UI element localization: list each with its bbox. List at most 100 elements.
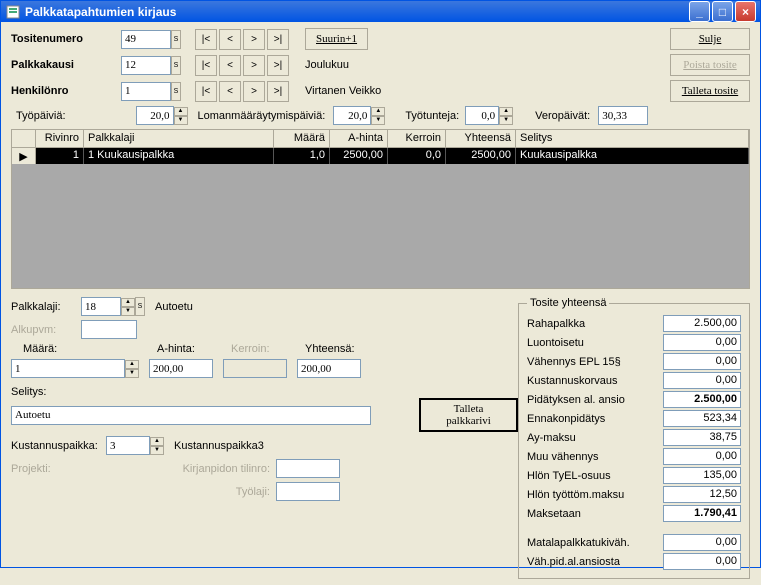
costcenter-name: Kustannuspaikka3 <box>174 440 264 452</box>
totals-row: Rahapalkka2.500,00 <box>527 315 741 332</box>
totals-label: Maksetaan <box>527 508 581 520</box>
save-row-button[interactable]: Talleta palkkarivi <box>419 398 518 432</box>
period-input[interactable] <box>121 56 171 75</box>
voucher-input[interactable] <box>121 30 171 49</box>
unitprice-label: A-hinta: <box>157 343 221 355</box>
job-label: Työlaji: <box>230 486 270 498</box>
col-rowno[interactable]: Rivinro <box>36 130 84 147</box>
startdate-input[interactable] <box>81 320 137 339</box>
delete-voucher-button[interactable]: Poista tosite <box>670 54 750 76</box>
totals-label: Hlön työttöm.maksu <box>527 489 624 501</box>
person-next-button[interactable]: > <box>243 81 265 102</box>
salary-rows-grid[interactable]: Rivinro Palkkalaji Määrä A-hinta Kerroin… <box>11 129 750 289</box>
totals-extra-row: Matalapalkkatukiväh.0,00 <box>527 534 741 551</box>
account-input[interactable] <box>276 459 340 478</box>
voucher-last-button[interactable]: >| <box>267 29 289 50</box>
period-first-button[interactable]: |< <box>195 55 217 76</box>
startdate-label: Alkupvm: <box>11 324 81 336</box>
voucher-next-button[interactable]: > <box>243 29 265 50</box>
totals-row: Vähennys EPL 15§0,00 <box>527 353 741 370</box>
workdays-input[interactable] <box>136 106 174 125</box>
salarytype-up-button[interactable]: ▲ <box>121 298 135 307</box>
person-input[interactable] <box>121 82 171 101</box>
cell-type: 1 Kuukausipalkka <box>84 148 274 164</box>
totals-value: 0,00 <box>663 334 741 351</box>
month-name: Joulukuu <box>305 59 349 71</box>
unitprice-input[interactable] <box>149 359 213 378</box>
coeff-label: Kerroin: <box>231 343 295 355</box>
holiday-down-button[interactable]: ▼ <box>371 116 385 125</box>
cell-coeff: 0,0 <box>388 148 446 164</box>
voucher-prev-button[interactable]: < <box>219 29 241 50</box>
costcenter-input[interactable] <box>106 436 150 455</box>
totals-label: Ennakonpidätys <box>527 413 605 425</box>
totals-row: Ay-maksu38,75 <box>527 429 741 446</box>
totals-label: Muu vähennys <box>527 451 599 463</box>
period-last-button[interactable]: >| <box>267 55 289 76</box>
costcenter-up-button[interactable]: ▲ <box>150 437 164 446</box>
job-input[interactable] <box>276 482 340 501</box>
coeff-input <box>223 359 287 378</box>
hours-down-button[interactable]: ▼ <box>499 116 513 125</box>
col-coeff[interactable]: Kerroin <box>388 130 446 147</box>
totals-value: 12,50 <box>663 486 741 503</box>
totals-extra-row: Väh.pid.al.ansiosta0,00 <box>527 553 741 570</box>
totals-extra-label: Väh.pid.al.ansiosta <box>527 556 620 568</box>
close-form-button[interactable]: Sulje <box>670 28 750 50</box>
costcenter-down-button[interactable]: ▼ <box>150 446 164 455</box>
maximize-button[interactable]: □ <box>712 1 733 22</box>
totals-value: 38,75 <box>663 429 741 446</box>
totals-value: 0,00 <box>663 372 741 389</box>
minimize-button[interactable]: _ <box>689 1 710 22</box>
voucher-label: Tositenumero <box>11 33 121 45</box>
totals-row: Luontoisetu0,00 <box>527 334 741 351</box>
person-lookup-button[interactable]: S <box>171 82 181 101</box>
voucher-first-button[interactable]: |< <box>195 29 217 50</box>
period-next-button[interactable]: > <box>243 55 265 76</box>
desc-label: Selitys: <box>11 386 518 398</box>
total-label: Yhteensä: <box>305 343 355 355</box>
totals-row: Pidätyksen al. ansio2.500,00 <box>527 391 741 408</box>
totals-label: Pidätyksen al. ansio <box>527 394 625 406</box>
period-prev-button[interactable]: < <box>219 55 241 76</box>
project-label: Projekti: <box>11 463 106 475</box>
person-prev-button[interactable]: < <box>219 81 241 102</box>
workhours-input[interactable] <box>465 106 499 125</box>
hours-up-button[interactable]: ▲ <box>499 107 513 116</box>
taxdays-label: Veropäivät: <box>535 110 590 122</box>
period-lookup-button[interactable]: S <box>171 56 181 75</box>
person-last-button[interactable]: >| <box>267 81 289 102</box>
holiday-up-button[interactable]: ▲ <box>371 107 385 116</box>
qty-input[interactable] <box>11 359 125 378</box>
voucher-lookup-button[interactable]: S <box>171 30 181 49</box>
close-button[interactable]: × <box>735 1 756 22</box>
holiday-basis-input[interactable] <box>333 106 371 125</box>
save-voucher-button[interactable]: Talleta tosite <box>670 80 750 102</box>
totals-extra-label: Matalapalkkatukiväh. <box>527 537 630 549</box>
salarytype-down-button[interactable]: ▼ <box>121 307 135 316</box>
table-row[interactable]: ▶ 1 1 Kuukausipalkka 1,0 2500,00 0,0 250… <box>12 148 749 164</box>
salarytype-input[interactable] <box>81 297 121 316</box>
col-total[interactable]: Yhteensä <box>446 130 516 147</box>
qty-label: Määrä: <box>23 343 87 355</box>
totals-value: 0,00 <box>663 448 741 465</box>
total-input[interactable] <box>297 359 361 378</box>
desc-input[interactable] <box>11 406 371 425</box>
col-qty[interactable]: Määrä <box>274 130 330 147</box>
workdays-up-button[interactable]: ▲ <box>174 107 188 116</box>
person-first-button[interactable]: |< <box>195 81 217 102</box>
window-title: Palkkatapahtumien kirjaus <box>25 5 689 19</box>
totals-value: 1.790,41 <box>663 505 741 522</box>
totals-row: Kustannuskorvaus0,00 <box>527 372 741 389</box>
qty-up-button[interactable]: ▲ <box>125 360 139 369</box>
col-desc[interactable]: Selitys <box>516 130 749 147</box>
row-indicator-icon: ▶ <box>12 148 36 164</box>
col-type[interactable]: Palkkalaji <box>84 130 274 147</box>
taxdays-input[interactable] <box>598 106 648 125</box>
biggest-plus-one-button[interactable]: Suurin+1 <box>305 28 368 50</box>
qty-down-button[interactable]: ▼ <box>125 369 139 378</box>
col-price[interactable]: A-hinta <box>330 130 388 147</box>
cell-rowno: 1 <box>36 148 84 164</box>
workdays-down-button[interactable]: ▼ <box>174 116 188 125</box>
salarytype-lookup-button[interactable]: S <box>135 297 145 316</box>
